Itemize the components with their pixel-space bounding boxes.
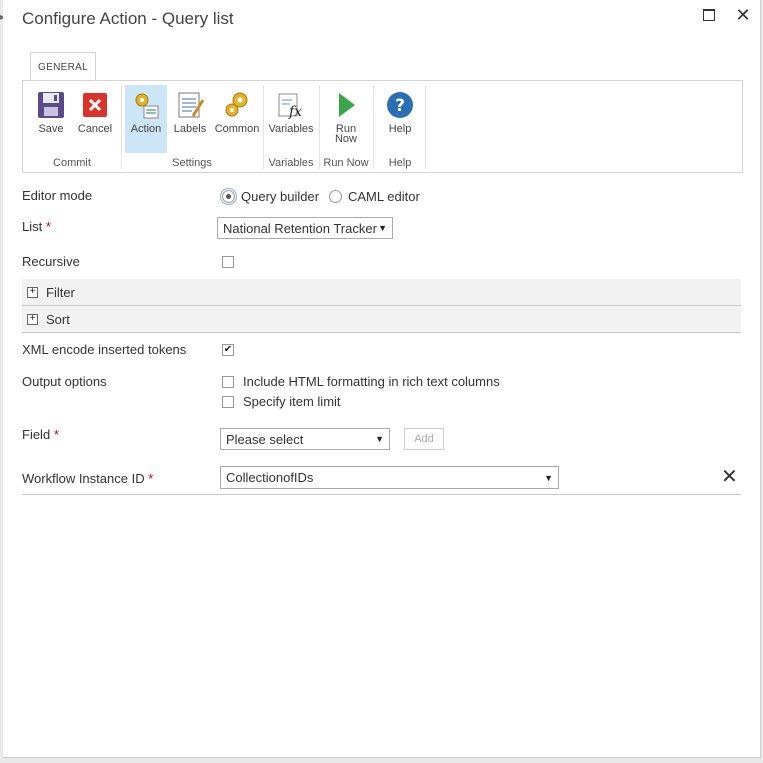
- dialog-title: Configure Action - Query list: [22, 9, 234, 28]
- save-button[interactable]: Save: [31, 85, 71, 153]
- play-icon: [330, 89, 362, 121]
- radio-caml-editor[interactable]: CAML editor: [329, 189, 420, 204]
- recursive-checkbox[interactable]: [222, 256, 234, 268]
- variables-label: Variables: [268, 123, 314, 135]
- group-variables: Variables: [268, 157, 314, 169]
- include-html-label: Include HTML formatting in rich text col…: [243, 374, 500, 389]
- configure-action-dialog: Configure Action - Query list ✕ GENERAL …: [3, 0, 761, 758]
- variables-fx-icon: fx: [275, 89, 307, 121]
- action-label: Action: [130, 123, 162, 135]
- group-commit: Commit: [53, 157, 91, 169]
- xml-encode-label: XML encode inserted tokens: [22, 342, 187, 357]
- labels-label: Labels: [173, 123, 207, 135]
- chevron-down-icon: ▼: [544, 472, 553, 483]
- svg-text:?: ?: [395, 96, 405, 116]
- ribbon-toolbar: Save Cancel Commit Action Labels Common …: [22, 80, 743, 173]
- editor-mode-label: Editor mode: [22, 188, 93, 203]
- expand-plus-icon: +: [27, 286, 38, 298]
- output-option-limit[interactable]: Specify item limit: [222, 394, 341, 409]
- floppy-disk-icon: [35, 89, 67, 121]
- run-now-label-line2: Now: [334, 133, 357, 145]
- help-question-icon: ?: [384, 89, 416, 121]
- maximize-icon: [703, 9, 715, 21]
- svg-text:fx: fx: [288, 104, 302, 120]
- item-limit-label: Specify item limit: [243, 394, 341, 409]
- radio-query-builder-label: Query builder: [241, 189, 320, 204]
- action-gears-icon: [130, 89, 162, 121]
- group-run-now: Run Now: [323, 157, 369, 169]
- radio-caml-editor-label: CAML editor: [348, 189, 420, 204]
- workflow-instance-id-label: Workflow Instance ID *: [22, 471, 154, 486]
- workflow-instance-id-select[interactable]: CollectionofIDs ▼: [220, 466, 559, 489]
- item-limit-checkbox[interactable]: [222, 395, 234, 408]
- list-select-value: National Retention Tracker: [223, 220, 377, 236]
- filter-section-header[interactable]: + Filter: [22, 279, 741, 306]
- list-label: List *: [22, 219, 51, 234]
- remove-field-icon[interactable]: ✕: [721, 467, 738, 487]
- labels-button[interactable]: Labels: [169, 85, 211, 153]
- sort-label: Sort: [46, 311, 70, 327]
- run-now-button[interactable]: Run Now: [323, 85, 369, 153]
- chevron-down-icon: ▼: [378, 223, 387, 233]
- cancel-label: Cancel: [77, 123, 113, 135]
- common-gears-icon: [221, 89, 253, 121]
- divider-line: [22, 494, 741, 495]
- radio-indicator: [329, 190, 342, 203]
- cancel-button[interactable]: Cancel: [73, 85, 117, 153]
- help-button[interactable]: ? Help: [377, 85, 423, 153]
- field-label: Field *: [22, 427, 59, 442]
- close-button[interactable]: ✕: [734, 5, 752, 25]
- sort-section-header[interactable]: + Sort: [22, 306, 741, 333]
- xml-encode-checkbox[interactable]: ✔: [222, 344, 234, 356]
- expand-plus-icon: +: [27, 313, 38, 325]
- radio-indicator: [220, 188, 237, 205]
- group-settings: Settings: [172, 157, 212, 169]
- help-label: Help: [388, 123, 412, 135]
- maximize-button[interactable]: [700, 6, 718, 24]
- group-help: Help: [388, 157, 412, 169]
- labels-notepad-icon: [174, 89, 206, 121]
- common-label: Common: [214, 123, 260, 135]
- common-button[interactable]: Common: [213, 85, 261, 153]
- output-options-label: Output options: [22, 374, 107, 389]
- include-html-checkbox[interactable]: [222, 375, 234, 388]
- radio-query-builder[interactable]: Query builder: [220, 188, 320, 205]
- field-select[interactable]: Please select ▼: [220, 428, 390, 450]
- variables-button[interactable]: fx Variables: [267, 85, 315, 153]
- workflow-instance-id-value: CollectionofIDs: [226, 470, 314, 485]
- filter-label: Filter: [46, 284, 75, 300]
- chevron-down-icon: ▼: [375, 434, 384, 444]
- save-label: Save: [38, 123, 64, 135]
- group-divider: [425, 85, 426, 169]
- list-select[interactable]: National Retention Tracker ▼: [217, 217, 393, 239]
- add-field-button[interactable]: Add: [404, 428, 444, 450]
- recursive-label: Recursive: [22, 254, 80, 269]
- action-button[interactable]: Action: [125, 85, 167, 153]
- output-option-html[interactable]: Include HTML formatting in rich text col…: [222, 374, 500, 389]
- cancel-x-icon: [79, 89, 111, 121]
- field-select-value: Please select: [226, 431, 304, 447]
- tab-general[interactable]: GENERAL: [30, 52, 96, 82]
